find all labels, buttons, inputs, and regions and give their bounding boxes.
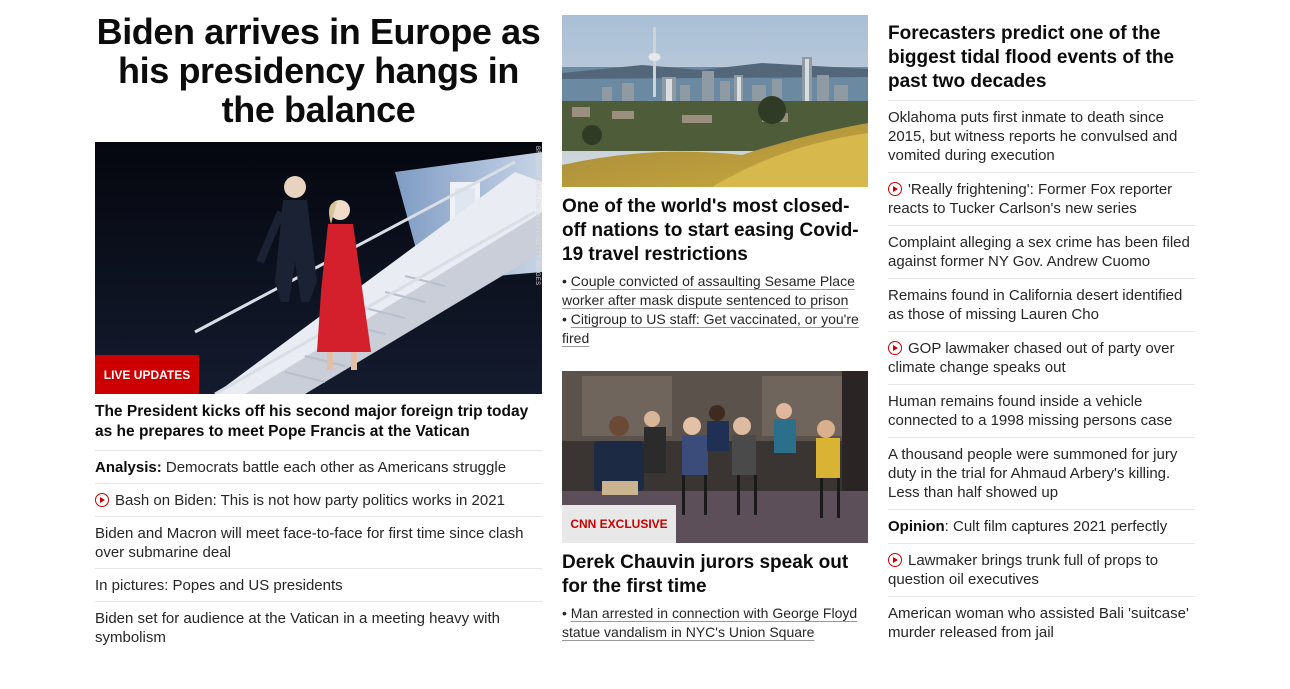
headlines-column: Forecasters predict one of the biggest t… [888,22,1195,649]
city-skyline-image[interactable] [562,15,868,187]
related-links: • Man arrested in connection with George… [562,604,868,642]
video-play-icon [95,493,109,507]
video-play-icon [888,182,902,196]
list-item[interactable]: Human remains found inside a vehicle con… [888,385,1195,438]
related-link[interactable]: • Man arrested in connection with George… [562,604,868,642]
list-item-text: Bash on Biden: This is not how party pol… [115,492,505,509]
list-item-text: Biden set for audience at the Vatican in… [95,610,500,646]
list-item[interactable]: Complaint alleging a sex crime has been … [888,226,1195,279]
list-item[interactable]: A thousand people were summoned for jury… [888,438,1195,510]
list-item-text: In pictures: Popes and US presidents [95,577,343,594]
analysis-label: Analysis: [95,459,162,476]
lead-story-image[interactable]: BRENDAN SMIALOWSKI/AFP/GETTY IMAGES LIVE… [95,142,542,394]
list-item[interactable]: Lawmaker brings trunk full of props to q… [888,544,1195,597]
opinion-label: Opinion [888,518,945,535]
video-play-icon [888,341,902,355]
list-item[interactable]: American woman who assisted Bali 'suitca… [888,597,1195,649]
live-updates-badge[interactable]: LIVE UPDATES [95,355,199,394]
list-item[interactable]: Biden and Macron will meet face-to-face … [95,517,542,569]
middle-column: One of the world's most closed-off natio… [562,15,868,642]
lead-story-column: Biden arrives in Europe as his presidenc… [95,12,542,653]
list-item[interactable]: 'Really frightening': Former Fox reporte… [888,173,1195,226]
list-item[interactable]: Oklahoma puts first inmate to death sinc… [888,101,1195,173]
video-play-icon [888,553,902,567]
related-links: • Couple convicted of assaulting Sesame … [562,272,868,348]
cnn-exclusive-badge[interactable]: CNN EXCLUSIVE [562,505,676,543]
chauvin-jurors-headline[interactable]: Derek Chauvin jurors speak out for the f… [562,551,868,599]
list-item[interactable]: Bash on Biden: This is not how party pol… [95,484,542,517]
list-item[interactable]: Analysis: Democrats battle each other as… [95,451,542,484]
list-item-text: Democrats battle each other as Americans… [161,459,507,476]
list-item-text: Biden and Macron will meet face-to-face … [95,525,524,561]
list-item[interactable]: In pictures: Popes and US presidents [95,569,542,602]
list-item[interactable]: GOP lawmaker chased out of party over cl… [888,332,1195,385]
tidal-flood-headline[interactable]: Forecasters predict one of the biggest t… [888,22,1195,101]
related-link[interactable]: • Couple convicted of assaulting Sesame … [562,272,868,310]
list-item[interactable]: Remains found in California desert ident… [888,279,1195,332]
lead-summary-link[interactable]: The President kicks off his second major… [95,402,542,451]
covid-travel-headline[interactable]: One of the world's most closed-off natio… [562,195,868,267]
list-item[interactable]: Opinion: Cult film captures 2021 perfect… [888,510,1195,544]
related-link[interactable]: • Citigroup to US staff: Get vaccinated,… [562,310,868,348]
lead-headline[interactable]: Biden arrives in Europe as his presidenc… [95,12,542,129]
auckland-skyline-photo [562,15,868,187]
image-credit: BRENDAN SMIALOWSKI/AFP/GETTY IMAGES [534,146,540,286]
chauvin-jurors-image[interactable]: CNN EXCLUSIVE [562,371,868,543]
list-item[interactable]: Biden set for audience at the Vatican in… [95,602,542,653]
